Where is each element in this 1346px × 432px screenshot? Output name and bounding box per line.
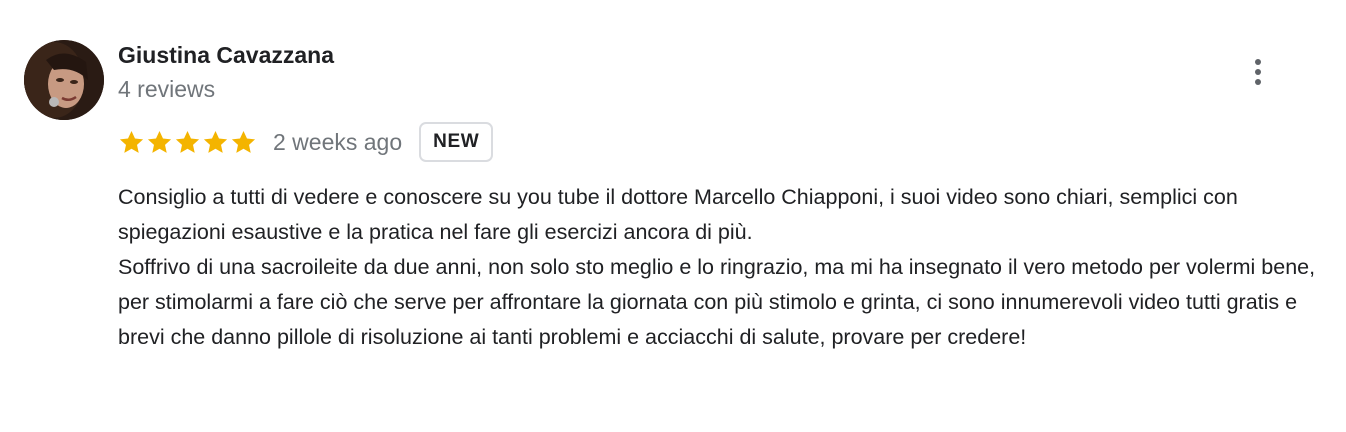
review-meta: 2 weeks ago NEW xyxy=(118,120,494,164)
avatar[interactable] xyxy=(24,40,104,120)
star-icon xyxy=(147,130,172,153)
author-review-count[interactable]: 4 reviews xyxy=(118,76,215,103)
more-vert-icon-dot xyxy=(1255,79,1261,85)
star-icon xyxy=(203,130,228,153)
review-text: Consiglio a tutti di vedere e conoscere … xyxy=(118,180,1333,355)
review-time: 2 weeks ago xyxy=(273,128,403,155)
star-icon xyxy=(175,130,200,153)
star-rating xyxy=(118,129,257,156)
more-options-button[interactable] xyxy=(1240,52,1276,92)
more-vert-icon xyxy=(1255,59,1261,65)
new-badge: NEW xyxy=(419,122,494,162)
more-vert-icon-dot xyxy=(1255,69,1261,75)
avatar-image xyxy=(24,40,104,120)
review-paragraph: Consiglio a tutti di vedere e conoscere … xyxy=(118,185,1238,244)
review-card: Giustina Cavazzana 4 reviews 2 weeks ago… xyxy=(0,0,1346,432)
star-icon xyxy=(231,130,256,153)
star-icon xyxy=(119,130,144,153)
review-paragraph: Soffrivo di una sacroileite da due anni,… xyxy=(118,255,1316,349)
author-name[interactable]: Giustina Cavazzana xyxy=(118,42,334,69)
